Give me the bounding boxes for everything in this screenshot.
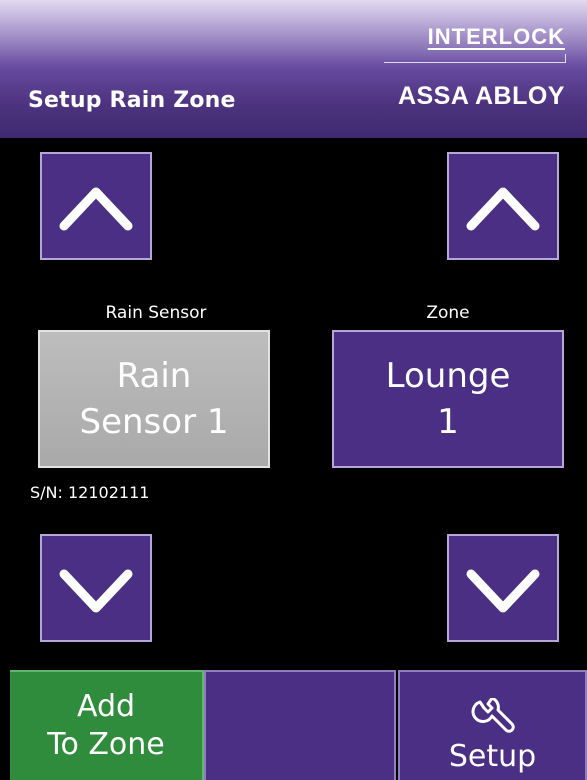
chevron-down-icon: [59, 569, 133, 613]
brand-assa-abloy-logo: ASSA ABLOY: [397, 82, 565, 110]
blank-button[interactable]: [204, 670, 396, 780]
chevron-down-icon: [466, 569, 540, 613]
sensor-selector[interactable]: Rain Sensor 1: [38, 330, 270, 468]
header-bar: Setup Rain Zone INTERLOCK ASSA ABLOY: [0, 0, 587, 138]
setup-button[interactable]: Setup: [398, 670, 587, 780]
sensor-value-line1: Rain: [116, 356, 192, 396]
sensor-up-button[interactable]: [40, 152, 152, 260]
wrench-icon: [471, 698, 515, 733]
brand-divider: [384, 54, 566, 63]
add-line2: To Zone: [47, 727, 165, 762]
setup-label: Setup: [448, 739, 537, 774]
sensor-value-line2: Sensor 1: [79, 402, 229, 442]
zone-up-button[interactable]: [447, 152, 559, 260]
zone-down-button[interactable]: [447, 534, 559, 642]
zone-value-line2: 1: [437, 402, 459, 442]
page-title: Setup Rain Zone: [28, 88, 236, 113]
brand-interlock-logo: INTERLOCK: [427, 24, 565, 49]
sensor-label: Rain Sensor: [105, 303, 207, 323]
serial-number: S/N: 12102111: [30, 483, 150, 502]
zone-value-line1: Lounge: [385, 356, 511, 396]
chevron-up-icon: [59, 187, 133, 231]
add-to-zone-button[interactable]: Add To Zone: [10, 670, 204, 780]
add-line1: Add: [76, 689, 136, 724]
zone-label: Zone: [426, 303, 470, 323]
zone-selector[interactable]: Lounge 1: [332, 330, 564, 468]
sensor-down-button[interactable]: [40, 534, 152, 642]
chevron-up-icon: [466, 187, 540, 231]
